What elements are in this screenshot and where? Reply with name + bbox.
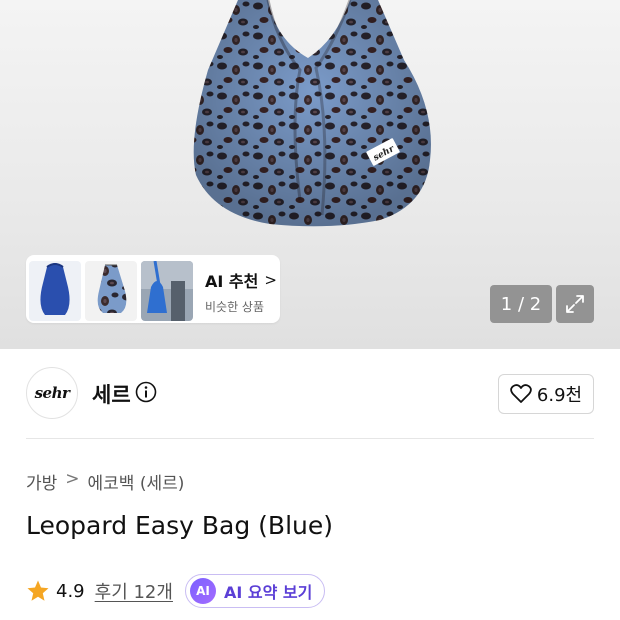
rating-row: 4.9 후기 12개 AI AI 요약 보기 [26,574,326,608]
ai-recommend-title[interactable]: AI 추천 > [205,268,277,292]
blue-bag-thumb[interactable] [29,261,81,321]
brand-logo[interactable]: sehr [26,367,78,419]
divider [26,438,594,439]
expand-icon [566,295,584,313]
product-image-gallery[interactable]: sehr AI 추천 > 비슷한 상품 1 / 2 [0,0,620,349]
ai-recommend-label: AI 추천 [205,271,259,291]
ai-summary-button[interactable]: AI AI 요약 보기 [184,574,326,608]
ai-recommend-subtitle: 비슷한 상품 [205,299,265,314]
ai-badge-icon: AI [189,578,216,604]
model-blue-bag-thumb[interactable] [141,261,193,321]
breadcrumb: 가방 > 에코백 (세르) [26,469,184,494]
leopard-bag-thumb[interactable] [85,261,137,321]
breadcrumb-item-category[interactable]: 가방 [26,469,57,494]
chevron-right-icon: > [264,270,277,289]
ai-summary-label: AI 요약 보기 [223,583,313,602]
like-button[interactable]: 6.9천 [498,374,594,414]
star-icon [27,580,49,601]
product-title: Leopard Easy Bag (Blue) [26,511,334,540]
rating-value: 4.9 [56,580,85,602]
image-pager: 1 / 2 [490,285,552,323]
expand-button[interactable] [556,285,594,323]
breadcrumb-item-subcategory[interactable]: 에코백 (세르) [88,469,185,494]
review-count-link[interactable]: 후기 12개 [95,578,173,604]
ai-recommend-card[interactable]: AI 추천 > 비슷한 상품 [26,255,280,323]
breadcrumb-separator: > [65,469,80,489]
like-count: 6.9천 [536,385,583,406]
info-icon[interactable] [135,381,157,403]
heart-icon [510,384,532,403]
brand-row: sehr 세르 6.9천 [26,367,594,419]
brand-name[interactable]: 세르 [92,379,131,409]
